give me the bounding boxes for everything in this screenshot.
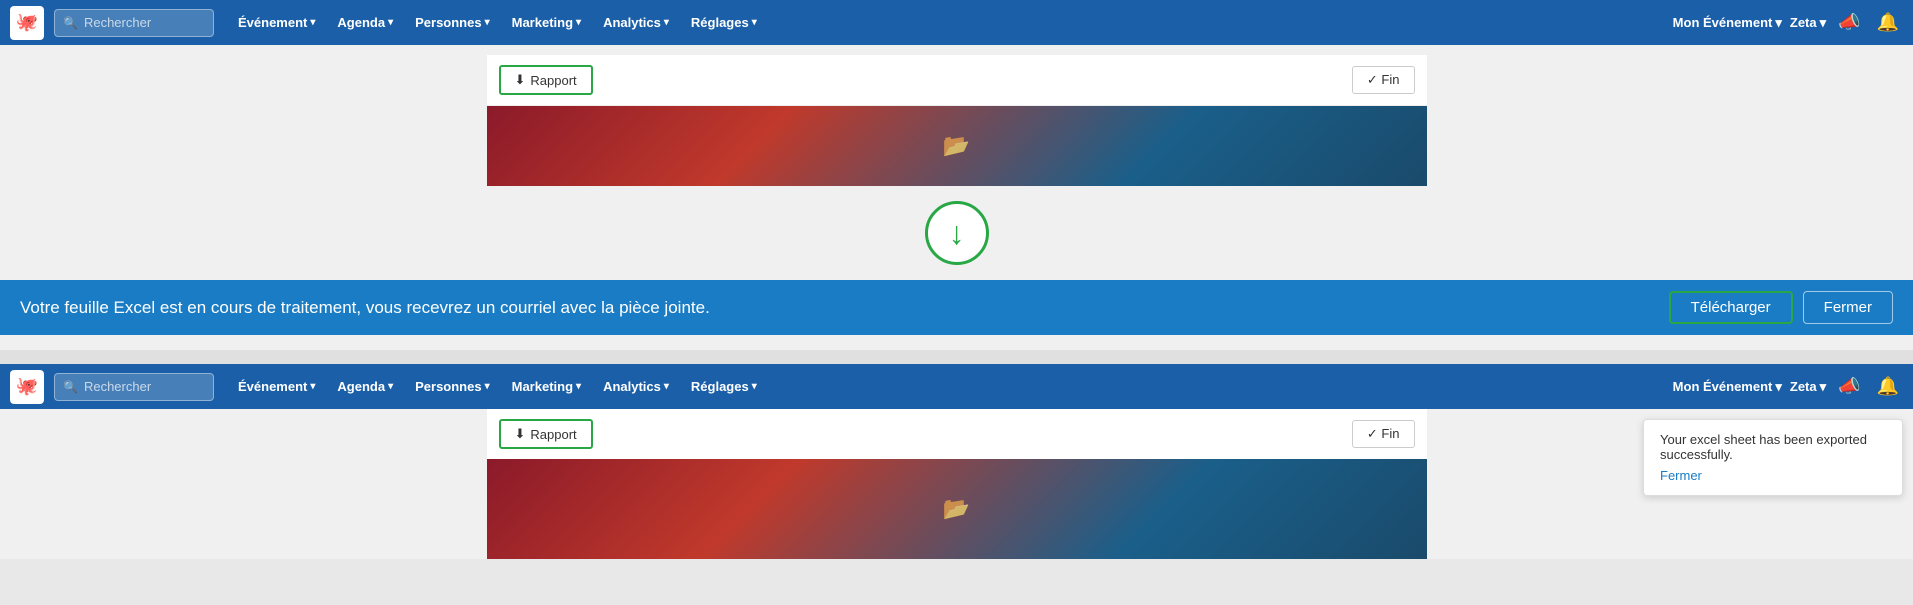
logo[interactable]: 🐙 <box>10 6 44 40</box>
rapport-button-bottom[interactable]: ⬇ Rapport <box>499 419 593 449</box>
zeta-button2[interactable]: Zeta ▾ <box>1790 379 1826 395</box>
megaphone-icon-bottom[interactable]: 📣 <box>1834 376 1864 397</box>
download-icon-bottom: ⬇ <box>515 426 526 442</box>
bottom-content-area: Your excel sheet has been exported succe… <box>0 409 1913 559</box>
bell-icon-bottom[interactable]: 🔔 <box>1873 376 1903 397</box>
download-icon: ⬇ <box>515 72 526 88</box>
chevron-down-icon: ▾ <box>664 381 669 392</box>
top-card-image: 📂 <box>487 106 1427 186</box>
telecharger-button[interactable]: Télécharger <box>1669 291 1793 324</box>
toast-notification: Your excel sheet has been exported succe… <box>1643 419 1903 496</box>
chevron-down-icon: ▾ <box>1820 379 1827 395</box>
bottom-card-toolbar: ⬇ Rapport ✓ Fin <box>487 409 1427 459</box>
bottom-nav-items: Événement ▾ Agenda ▾ Personnes ▾ Marketi… <box>228 373 1669 400</box>
search-placeholder-top: Rechercher <box>84 15 151 30</box>
chevron-down-icon: ▾ <box>310 381 315 392</box>
mon-evenement-button[interactable]: Mon Événement ▾ <box>1673 15 1782 31</box>
nav-item-personnes2[interactable]: Personnes ▾ <box>405 373 500 400</box>
chevron-down-icon: ▾ <box>388 381 393 392</box>
bottom-card: ⬇ Rapport ✓ Fin 📂 <box>487 409 1427 559</box>
search-icon-bottom: 🔍 <box>63 380 78 394</box>
chevron-down-icon: ▾ <box>1775 15 1782 31</box>
search-bar-top[interactable]: 🔍 Rechercher <box>54 9 214 37</box>
chevron-down-icon: ▾ <box>664 17 669 28</box>
banner-buttons: Télécharger Fermer <box>1669 291 1893 324</box>
top-card: ⬇ Rapport ✓ Fin 📂 <box>487 55 1427 186</box>
bottom-navbar: 🐙 🔍 Rechercher Événement ▾ Agenda ▾ Pers… <box>0 364 1913 409</box>
chevron-down-icon: ▾ <box>388 17 393 28</box>
search-icon: 🔍 <box>63 16 78 30</box>
nav-item-analytics2[interactable]: Analytics ▾ <box>593 373 679 400</box>
chevron-down-icon: ▾ <box>752 381 757 392</box>
chevron-down-icon: ▾ <box>576 381 581 392</box>
download-circle-container: ↓ <box>0 186 1913 275</box>
download-circle: ↓ <box>925 201 989 265</box>
fermer-banner-button[interactable]: Fermer <box>1803 291 1893 324</box>
fin-button-top[interactable]: ✓ Fin <box>1352 66 1415 94</box>
chevron-down-icon: ▾ <box>752 17 757 28</box>
rapport-button-top[interactable]: ⬇ Rapport <box>499 65 593 95</box>
megaphone-icon[interactable]: 📣 <box>1834 12 1864 33</box>
bottom-card-area: Your excel sheet has been exported succe… <box>0 409 1913 559</box>
toast-text: Your excel sheet has been exported succe… <box>1660 432 1886 462</box>
nav-item-marketing[interactable]: Marketing ▾ <box>502 9 591 36</box>
bottom-nav-right: Mon Événement ▾ Zeta ▾ 📣 🔔 <box>1673 376 1903 397</box>
chevron-down-icon: ▾ <box>576 17 581 28</box>
top-navbar: 🐙 🔍 Rechercher Événement ▾ Agenda ▾ Pers… <box>0 0 1913 45</box>
top-nav-right: Mon Événement ▾ Zeta ▾ 📣 🔔 <box>1673 12 1903 33</box>
section-separator <box>0 350 1913 364</box>
search-placeholder-bottom: Rechercher <box>84 379 151 394</box>
chevron-down-icon: ▾ <box>310 17 315 28</box>
top-card-toolbar: ⬇ Rapport ✓ Fin <box>487 55 1427 106</box>
nav-item-reglages2[interactable]: Réglages ▾ <box>681 373 767 400</box>
notification-banner: Votre feuille Excel est en cours de trai… <box>0 280 1913 335</box>
search-bar-bottom[interactable]: 🔍 Rechercher <box>54 373 214 401</box>
folder-icon-bottom: 📂 <box>943 496 970 522</box>
fin-button-bottom[interactable]: ✓ Fin <box>1352 420 1415 448</box>
top-content-area: ⬇ Rapport ✓ Fin 📂 ↓ Votre feuille Excel … <box>0 45 1913 350</box>
download-arrow-icon: ↓ <box>949 217 965 249</box>
chevron-down-icon: ▾ <box>485 381 490 392</box>
nav-item-reglages[interactable]: Réglages ▾ <box>681 9 767 36</box>
chevron-down-icon: ▾ <box>1820 15 1827 31</box>
nav-item-personnes[interactable]: Personnes ▾ <box>405 9 500 36</box>
chevron-down-icon: ▾ <box>1775 379 1782 395</box>
toast-close-button[interactable]: Fermer <box>1660 468 1702 483</box>
folder-icon: 📂 <box>943 133 970 159</box>
nav-item-evenement[interactable]: Événement ▾ <box>228 9 325 36</box>
bottom-card-image: 📂 <box>487 459 1427 559</box>
zeta-button[interactable]: Zeta ▾ <box>1790 15 1826 31</box>
bell-icon[interactable]: 🔔 <box>1873 12 1903 33</box>
chevron-down-icon: ▾ <box>485 17 490 28</box>
nav-item-agenda[interactable]: Agenda ▾ <box>327 9 403 36</box>
nav-item-evenement2[interactable]: Événement ▾ <box>228 373 325 400</box>
nav-item-marketing2[interactable]: Marketing ▾ <box>502 373 591 400</box>
logo-bottom[interactable]: 🐙 <box>10 370 44 404</box>
nav-item-agenda2[interactable]: Agenda ▾ <box>327 373 403 400</box>
top-nav-items: Événement ▾ Agenda ▾ Personnes ▾ Marketi… <box>228 9 1669 36</box>
mon-evenement-button2[interactable]: Mon Événement ▾ <box>1673 379 1782 395</box>
nav-item-analytics[interactable]: Analytics ▾ <box>593 9 679 36</box>
notification-text: Votre feuille Excel est en cours de trai… <box>20 298 710 318</box>
